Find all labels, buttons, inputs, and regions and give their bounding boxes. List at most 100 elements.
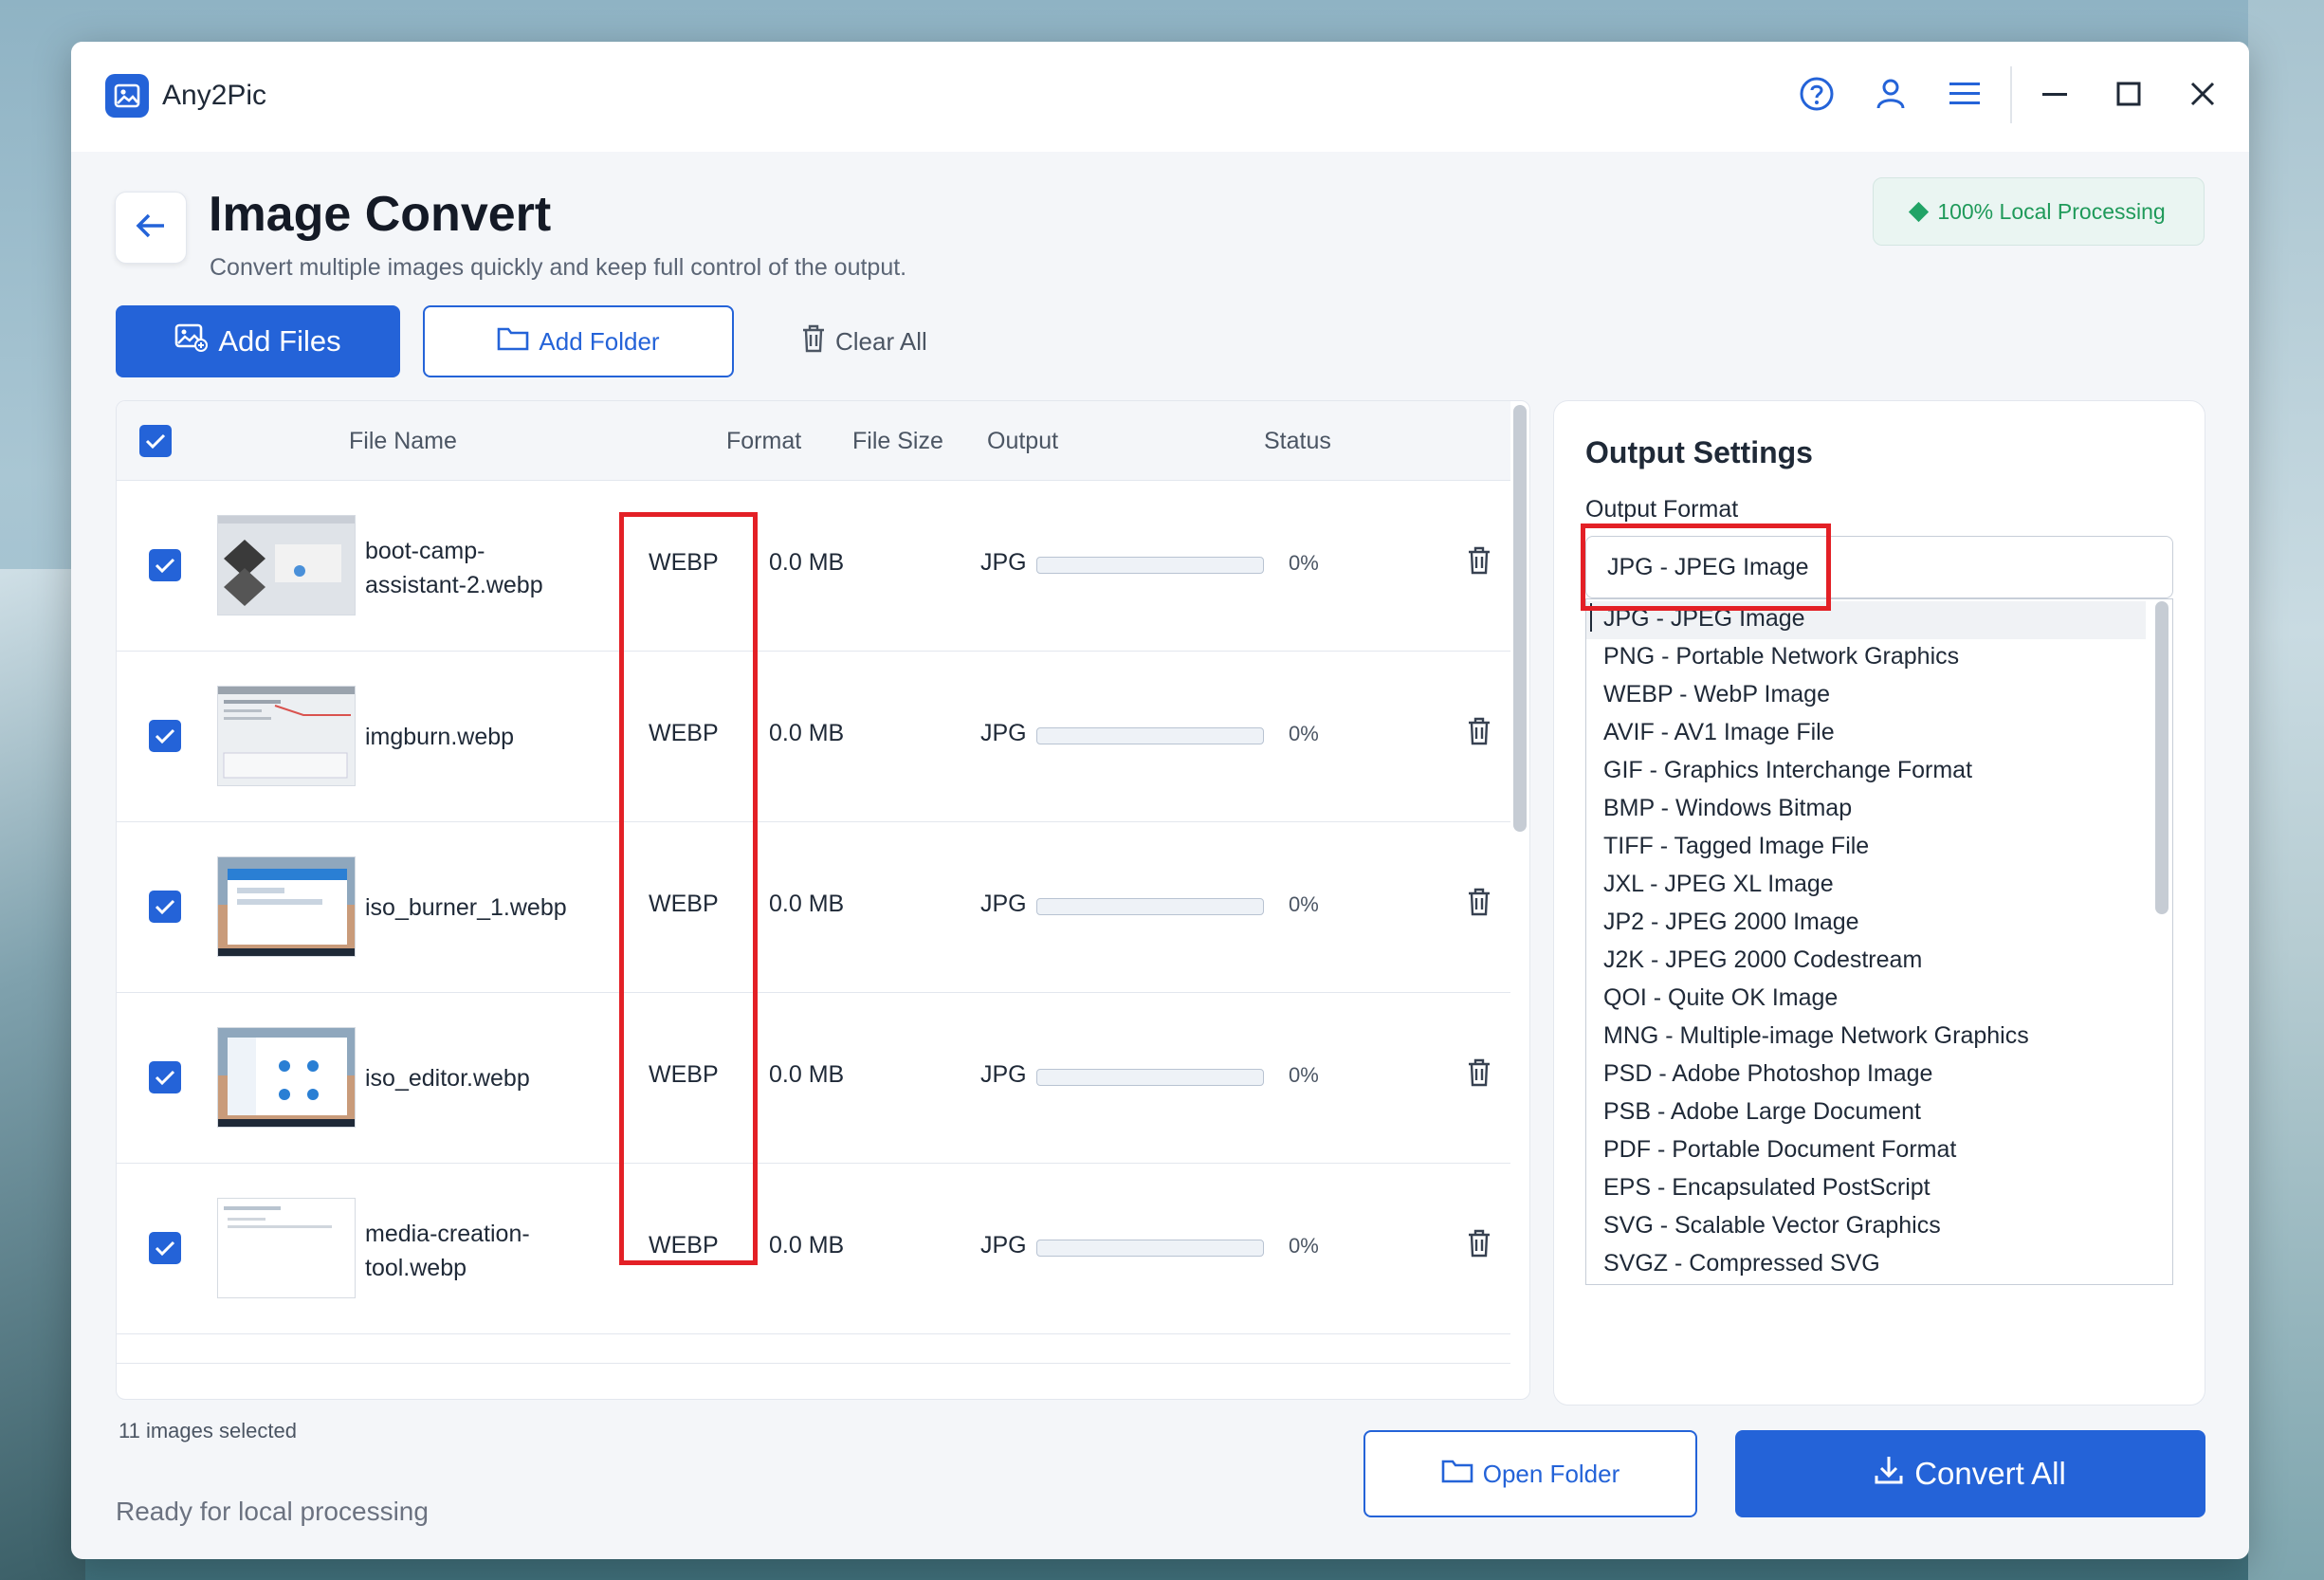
delete-row-trash-icon[interactable] (1467, 1057, 1491, 1094)
output-format-label: Output Format (1585, 496, 1739, 523)
output-format: JPG (980, 1061, 1027, 1088)
row-checkbox[interactable] (149, 1232, 181, 1264)
file-size: 0.0 MB (769, 1061, 845, 1088)
back-button[interactable] (115, 192, 187, 264)
file-size: 0.0 MB (769, 720, 845, 746)
open-folder-label: Open Folder (1482, 1459, 1620, 1488)
add-folder-label: Add Folder (539, 326, 660, 356)
output-format: JPG (980, 549, 1027, 576)
column-format[interactable]: Format (726, 428, 801, 455)
local-processing-badge: 100% Local Processing (1873, 177, 2205, 246)
column-output[interactable]: Output (987, 428, 1058, 455)
progress-bar (1036, 727, 1264, 744)
hamburger-icon[interactable] (1941, 70, 1988, 118)
format-option[interactable]: AVIF - AV1 Image File (1586, 715, 2146, 753)
progress-percent: 0% (1289, 1234, 1319, 1258)
add-folder-button[interactable]: Add Folder (423, 305, 734, 377)
table-row[interactable]: iso_editor.webp WEBP 0.0 MB JPG 0% (117, 993, 1510, 1164)
format-select-highlight (1581, 524, 1831, 611)
format-option[interactable]: EPS - Encapsulated PostScript (1586, 1170, 2146, 1208)
output-format: JPG (980, 1232, 1027, 1258)
user-icon[interactable] (1867, 70, 1914, 118)
file-name: boot-camp- assistant-2.webp (365, 534, 574, 602)
format-option[interactable]: PNG - Portable Network Graphics (1586, 639, 2146, 677)
format-option[interactable]: SVG - Scalable Vector Graphics (1586, 1208, 2146, 1246)
format-option[interactable]: J2K - JPEG 2000 Codestream (1586, 943, 2146, 981)
progress-percent: 0% (1289, 722, 1319, 745)
file-name: imgburn.webp (365, 720, 574, 754)
settings-title: Output Settings (1585, 435, 1813, 469)
format-option[interactable]: MNG - Multiple-image Network Graphics (1586, 1019, 2146, 1056)
format-option[interactable]: BMP - Windows Bitmap (1586, 791, 2146, 829)
listbox-scrollbar[interactable] (2155, 601, 2168, 914)
file-thumbnail (217, 856, 356, 957)
format-option[interactable]: JXL - JPEG XL Image (1586, 867, 2146, 905)
table-row[interactable]: iso_burner_1.webp WEBP 0.0 MB JPG 0% (117, 822, 1510, 993)
column-file-size[interactable]: File Size (852, 428, 943, 455)
clear-all-button[interactable]: Clear All (801, 305, 927, 377)
add-files-label: Add Files (218, 324, 341, 358)
file-thumbnail (217, 515, 356, 615)
folder-icon (497, 325, 529, 358)
maximize-icon[interactable] (2105, 70, 2152, 118)
file-thumbnail (217, 1027, 356, 1128)
file-name-line1: iso_burner_1.webp (365, 894, 567, 921)
row-checkbox[interactable] (149, 549, 181, 581)
delete-row-trash-icon[interactable] (1467, 887, 1491, 924)
select-all-checkbox[interactable] (139, 425, 172, 457)
page-subtitle: Convert multiple images quickly and keep… (210, 254, 907, 281)
help-circle-icon[interactable] (1793, 70, 1840, 118)
open-folder-button[interactable]: Open Folder (1363, 1430, 1697, 1517)
convert-all-button[interactable]: Convert All (1735, 1430, 2205, 1517)
format-option[interactable]: JP2 - JPEG 2000 Image (1586, 905, 2146, 943)
delete-row-trash-icon[interactable] (1467, 716, 1491, 753)
format-option[interactable]: PDF - Portable Document Format (1586, 1132, 2146, 1170)
progress-percent: 0% (1289, 551, 1319, 575)
format-option[interactable]: QOI - Quite OK Image (1586, 981, 2146, 1019)
file-size: 0.0 MB (769, 891, 845, 917)
table-row[interactable]: imgburn.webp WEBP 0.0 MB JPG 0% (117, 652, 1510, 822)
format-option[interactable]: WEBP - WebP Image (1586, 677, 2146, 715)
file-size: 0.0 MB (769, 1232, 845, 1258)
file-thumbnail (217, 686, 356, 786)
table-row[interactable]: media-creation- tool.webp WEBP 0.0 MB JP… (117, 1164, 1510, 1334)
delete-row-trash-icon[interactable] (1467, 1228, 1491, 1265)
clear-all-label: Clear All (835, 326, 927, 356)
output-format: JPG (980, 720, 1027, 746)
add-files-button[interactable]: Add Files (116, 305, 400, 377)
row-checkbox[interactable] (149, 1061, 181, 1093)
column-file-name[interactable]: File Name (349, 428, 457, 455)
table-scrollbar[interactable] (1513, 405, 1527, 832)
table-row[interactable]: boot-camp- assistant-2.webp WEBP 0.0 MB … (117, 481, 1510, 652)
file-name-line1: imgburn.webp (365, 724, 515, 750)
diamond-icon (1909, 201, 1930, 222)
convert-all-label: Convert All (1914, 1456, 2066, 1491)
format-option[interactable]: TIFF - Tagged Image File (1586, 829, 2146, 867)
image-add-icon (174, 322, 209, 360)
format-option[interactable]: SVGZ - Compressed SVG (1586, 1246, 2146, 1284)
column-status[interactable]: Status (1264, 428, 1331, 455)
output-format-listbox[interactable]: JPG - JPEG Image PNG - Portable Network … (1585, 598, 2173, 1285)
close-icon[interactable] (2179, 70, 2226, 118)
trash-icon (801, 323, 826, 360)
badge-label: 100% Local Processing (1937, 198, 2166, 224)
delete-row-trash-icon[interactable] (1467, 545, 1491, 582)
minimize-icon[interactable] (2031, 70, 2078, 118)
format-option[interactable]: PSD - Adobe Photoshop Image (1586, 1056, 2146, 1094)
row-checkbox[interactable] (149, 720, 181, 752)
format-option[interactable]: PSB - Adobe Large Document (1586, 1094, 2146, 1132)
app-window: Any2Pic Image Convert Convert multiple i… (71, 42, 2249, 1559)
output-format: JPG (980, 891, 1027, 917)
title-bar: Any2Pic (71, 42, 2249, 152)
folder-icon (1441, 1458, 1473, 1491)
file-name: iso_editor.webp (365, 1061, 574, 1095)
status-text: Ready for local processing (116, 1497, 429, 1526)
page-title: Image Convert (209, 187, 552, 242)
format-option[interactable]: GIF - Graphics Interchange Format (1586, 753, 2146, 791)
file-name-line1: iso_editor.webp (365, 1065, 530, 1092)
arrow-left-icon (136, 212, 166, 244)
file-size: 0.0 MB (769, 549, 845, 576)
download-icon (1875, 1455, 1903, 1493)
background-lake (2248, 0, 2324, 1580)
row-checkbox[interactable] (149, 891, 181, 923)
